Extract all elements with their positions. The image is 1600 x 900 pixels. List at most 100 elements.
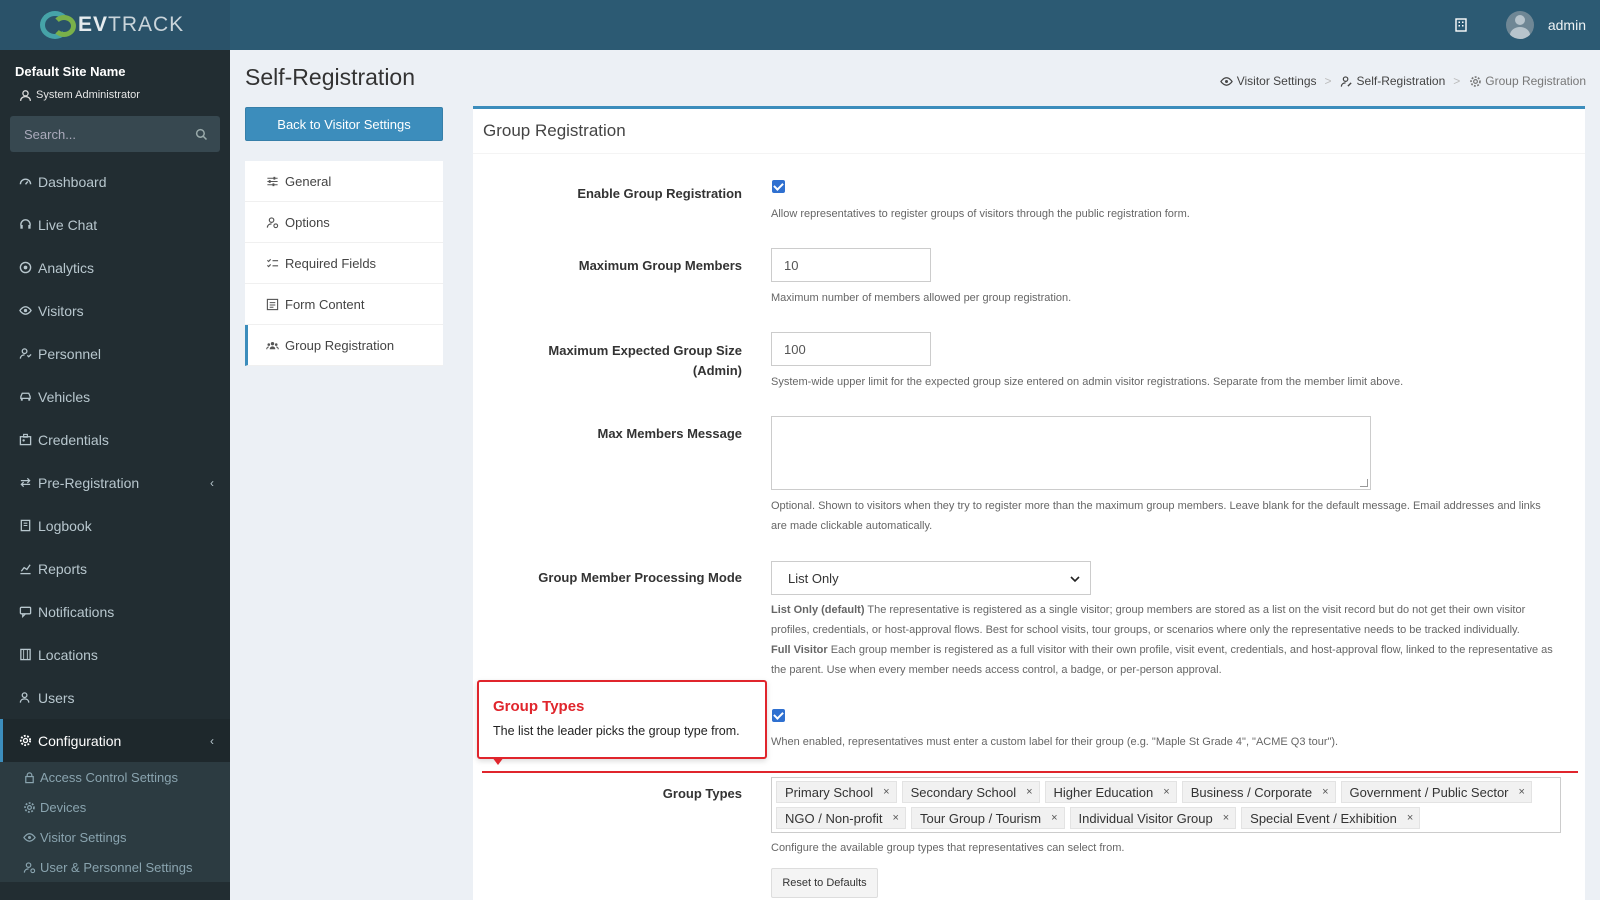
eye-icon — [18, 304, 32, 318]
building-icon[interactable] — [1450, 14, 1472, 36]
remove-tag-icon[interactable]: × — [1051, 812, 1057, 824]
max-message-textarea[interactable] — [771, 416, 1371, 490]
max-expected-input[interactable] — [771, 332, 931, 366]
search-icon[interactable] — [194, 127, 208, 141]
sidebar-item-vehicles[interactable]: Vehicles — [0, 375, 230, 418]
group-types-tooltip: Group Types The list the leader picks th… — [477, 680, 767, 759]
tooltip-body: The list the leader picks the group type… — [493, 724, 740, 738]
book-icon — [18, 519, 32, 533]
subnav-general[interactable]: General — [245, 161, 443, 202]
reset-to-defaults-button[interactable]: Reset to Defaults — [771, 868, 878, 898]
enable-group-checkbox[interactable] — [772, 180, 785, 193]
user-role: System Administrator — [18, 88, 140, 102]
tag-chip: NGO / Non-profit × — [776, 807, 906, 829]
sidebar-sub-devices[interactable]: Devices — [0, 792, 230, 822]
user-menu[interactable]: admin — [1548, 17, 1586, 33]
remove-tag-icon[interactable]: × — [1026, 786, 1032, 798]
chevron-left-icon: ‹ — [210, 475, 214, 490]
sidebar-item-personnel[interactable]: Personnel — [0, 332, 230, 375]
remove-tag-icon[interactable]: × — [1223, 812, 1229, 824]
sidebar-item-notifications[interactable]: Notifications — [0, 590, 230, 633]
remove-tag-icon[interactable]: × — [883, 786, 889, 798]
car-icon — [18, 390, 32, 404]
group-types-tag-input[interactable]: Primary School × Secondary School × Higher… — [771, 777, 1561, 833]
logo-mark-icon — [38, 9, 82, 41]
building-icon — [18, 648, 32, 662]
sidebar-item-logbook[interactable]: Logbook — [0, 504, 230, 547]
remove-tag-icon[interactable]: × — [1322, 786, 1328, 798]
group-types-help: Configure the available group types that… — [771, 842, 1125, 854]
remove-tag-icon[interactable]: × — [893, 812, 899, 824]
enable-group-label: Enable Group Registration — [577, 186, 742, 201]
sidebar-item-locations[interactable]: Locations — [0, 633, 230, 676]
chevron-left-icon: ‹ — [210, 733, 214, 748]
custom-label-help: When enabled, representatives must enter… — [771, 736, 1339, 748]
max-expected-label: Maximum Expected Group Size (Admin) — [548, 343, 742, 378]
page-title: Self-Registration — [245, 64, 416, 90]
top-header: EVTRACK admin — [0, 0, 1600, 50]
gear-icon — [18, 734, 32, 748]
analytics-icon — [18, 261, 32, 275]
highlight-line — [482, 771, 1578, 773]
personnel-icon — [18, 347, 32, 361]
badge-icon — [18, 433, 32, 447]
eye-icon — [1220, 74, 1234, 88]
breadcrumb: Visitor Settings > Self-Registration > G… — [1220, 74, 1586, 88]
remove-tag-icon[interactable]: × — [1163, 786, 1169, 798]
sidebar-sub-access-control[interactable]: Access Control Settings — [0, 762, 230, 792]
form-icon — [265, 297, 279, 311]
panel-title: Group Registration — [473, 109, 1585, 154]
user-edit-icon — [1340, 74, 1354, 88]
logo[interactable]: EVTRACK — [0, 0, 230, 50]
sidebar-item-credentials[interactable]: Credentials — [0, 418, 230, 461]
group-icon — [265, 338, 279, 352]
tag-chip: Individual Visitor Group × — [1069, 807, 1237, 829]
sidebar-item-users[interactable]: Users — [0, 676, 230, 719]
processing-mode-label: Group Member Processing Mode — [538, 570, 742, 585]
processing-mode-select[interactable]: List Only — [771, 561, 1091, 595]
max-expected-help: System-wide upper limit for the expected… — [771, 376, 1404, 388]
search-input[interactable] — [24, 126, 184, 142]
breadcrumb-visitor-settings[interactable]: Visitor Settings — [1220, 74, 1317, 88]
sidebar-item-visitors[interactable]: Visitors — [0, 289, 230, 332]
sidebar-item-dashboard[interactable]: Dashboard — [0, 160, 230, 203]
max-message-label: Max Members Message — [597, 426, 742, 441]
breadcrumb-self-registration[interactable]: Self-Registration — [1340, 74, 1445, 88]
tag-chip: Tour Group / Tourism × — [910, 807, 1065, 829]
subnav-form-content[interactable]: Form Content — [245, 284, 443, 325]
sliders-icon — [265, 174, 279, 188]
avatar[interactable] — [1505, 11, 1534, 39]
gear-icon — [22, 800, 36, 814]
tag-chip: Government / Public Sector × — [1340, 781, 1532, 803]
tooltip-arrow — [492, 757, 504, 765]
logo-text: EVTRACK — [78, 13, 185, 36]
sidebar-sub-visitor-settings[interactable]: Visitor Settings — [0, 822, 230, 852]
subnav-group-registration[interactable]: Group Registration — [245, 325, 443, 366]
custom-label-checkbox[interactable] — [772, 709, 785, 722]
chart-icon — [18, 562, 32, 576]
sidebar-item-live-chat[interactable]: Live Chat — [0, 203, 230, 246]
sidebar-item-configuration[interactable]: Configuration ‹ — [0, 719, 230, 762]
max-members-input[interactable] — [771, 248, 931, 282]
subnav-required-fields[interactable]: Required Fields — [245, 243, 443, 284]
lock-icon — [22, 770, 36, 784]
sidebar-sub-user-personnel[interactable]: User & Personnel Settings — [0, 852, 230, 882]
sidebar-item-analytics[interactable]: Analytics — [0, 246, 230, 289]
sidebar-item-pre-registration[interactable]: Pre-Registration ‹ — [0, 461, 230, 504]
sidebar-item-reports[interactable]: Reports — [0, 547, 230, 590]
tag-chip: Business / Corporate × — [1181, 781, 1336, 803]
remove-tag-icon[interactable]: × — [1407, 812, 1413, 824]
subnav-options[interactable]: Options — [245, 202, 443, 243]
remove-tag-icon[interactable]: × — [1519, 786, 1525, 798]
user-icon — [18, 691, 32, 705]
back-to-visitor-settings-button[interactable]: Back to Visitor Settings — [245, 107, 443, 141]
user-gear-icon — [22, 860, 36, 874]
max-members-label: Maximum Group Members — [578, 258, 742, 273]
tooltip-title: Group Types — [493, 698, 585, 715]
sidebar-search — [10, 116, 220, 152]
max-members-help: Maximum number of members allowed per gr… — [771, 292, 1072, 304]
tag-chip: Primary School × — [776, 781, 897, 803]
dashboard-icon — [18, 175, 32, 189]
enable-group-help: Allow representatives to register groups… — [771, 208, 1190, 220]
tag-chip: Special Event / Exhibition × — [1241, 807, 1421, 829]
